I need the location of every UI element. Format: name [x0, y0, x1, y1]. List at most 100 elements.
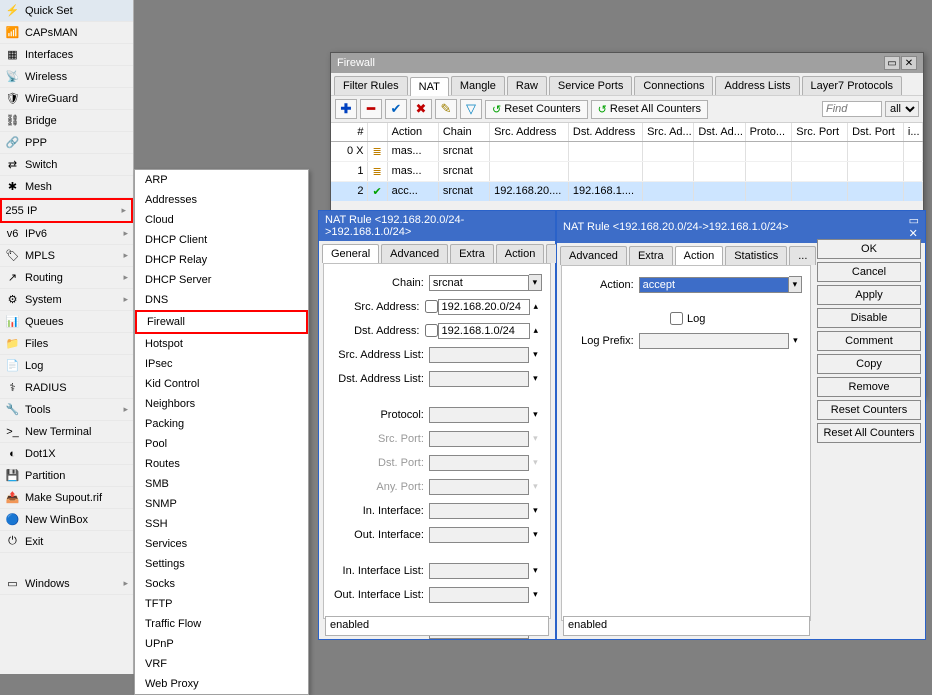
sidebar-item-windows[interactable]: ▭Windows▸ — [0, 573, 133, 595]
chain-dropdown[interactable]: ▾ — [529, 274, 542, 291]
submenu-item-socks[interactable]: Socks — [135, 574, 308, 594]
sidebar-item-new-terminal[interactable]: >_New Terminal — [0, 421, 133, 443]
sidebar-item-wireless[interactable]: 📡Wireless — [0, 66, 133, 88]
submenu-item-web-proxy[interactable]: Web Proxy — [135, 674, 308, 694]
comment-button[interactable]: Comment — [817, 331, 921, 351]
submenu-item-hotspot[interactable]: Hotspot — [135, 334, 308, 354]
tab-mangle[interactable]: Mangle — [451, 76, 505, 95]
enable-button[interactable]: ✔ — [385, 99, 407, 119]
submenu-item-smb[interactable]: SMB — [135, 474, 308, 494]
nat1-tab-extra[interactable]: Extra — [450, 244, 494, 263]
sidebar-item-mpls[interactable]: 🏷MPLS▸ — [0, 245, 133, 267]
nat1-tab-advanced[interactable]: Advanced — [381, 244, 448, 263]
sidebar-item-dot1x[interactable]: ◐Dot1X — [0, 443, 133, 465]
sidebar-item-files[interactable]: 📁Files — [0, 333, 133, 355]
find-scope-select[interactable]: all — [885, 101, 919, 117]
submenu-item-dns[interactable]: DNS — [135, 290, 308, 310]
dst-address-input[interactable] — [438, 323, 530, 339]
tab-nat[interactable]: NAT — [410, 77, 449, 96]
submenu-item-traffic-flow[interactable]: Traffic Flow — [135, 614, 308, 634]
src-addr-list-expand[interactable]: ▾ — [529, 346, 542, 363]
in-interface-list-input[interactable] — [429, 563, 529, 579]
action-dropdown[interactable]: ▾ — [789, 276, 802, 293]
sidebar-item-new-winbox[interactable]: 🔵New WinBox — [0, 509, 133, 531]
submenu-item-addresses[interactable]: Addresses — [135, 190, 308, 210]
in-interface-input[interactable] — [429, 503, 529, 519]
submenu-item-kid-control[interactable]: Kid Control — [135, 374, 308, 394]
sidebar-item-log[interactable]: 📄Log — [0, 355, 133, 377]
sidebar-item-bridge[interactable]: ⛓Bridge — [0, 110, 133, 132]
nat1-tab-action[interactable]: Action — [496, 244, 545, 263]
nat2-tab-statistics[interactable]: Statistics — [725, 246, 787, 265]
submenu-item-tftp[interactable]: TFTP — [135, 594, 308, 614]
sidebar-item-interfaces[interactable]: ▦Interfaces — [0, 44, 133, 66]
log-checkbox[interactable] — [670, 312, 683, 325]
sidebar-item-tools[interactable]: 🔧Tools▸ — [0, 399, 133, 421]
submenu-item-snmp[interactable]: SNMP — [135, 494, 308, 514]
submenu-item-routes[interactable]: Routes — [135, 454, 308, 474]
sidebar-item-make-supout-rif[interactable]: 📤Make Supout.rif — [0, 487, 133, 509]
action-input[interactable] — [639, 277, 789, 293]
cancel-button[interactable]: Cancel — [817, 262, 921, 282]
src-addr-list-input[interactable] — [429, 347, 529, 363]
sidebar-item-switch[interactable]: ⇄Switch — [0, 154, 133, 176]
in-interface-list-expand[interactable]: ▾ — [529, 562, 542, 579]
reset-all-counters-button[interactable]: ↺Reset All Counters — [591, 100, 708, 119]
nat2-tab-extra[interactable]: Extra — [629, 246, 673, 265]
sidebar-item-exit[interactable]: ⏻Exit — [0, 531, 133, 553]
dst-address-remove[interactable]: ▴ — [530, 322, 543, 339]
sidebar-item-radius[interactable]: ⚕RADIUS — [0, 377, 133, 399]
chain-input[interactable] — [429, 275, 529, 291]
src-address-input[interactable] — [438, 299, 530, 315]
sidebar-item-ip[interactable]: 255IP▸ — [0, 198, 133, 223]
copy-button[interactable]: Copy — [817, 354, 921, 374]
submenu-item-settings[interactable]: Settings — [135, 554, 308, 574]
submenu-item-vrf[interactable]: VRF — [135, 654, 308, 674]
submenu-item-neighbors[interactable]: Neighbors — [135, 394, 308, 414]
tab-address-lists[interactable]: Address Lists — [715, 76, 799, 95]
dst-address-neg[interactable] — [425, 324, 438, 337]
tab-service-ports[interactable]: Service Ports — [549, 76, 632, 95]
out-interface-input[interactable] — [429, 527, 529, 543]
sidebar-item-system[interactable]: ⚙System▸ — [0, 289, 133, 311]
submenu-item-dhcp-client[interactable]: DHCP Client — [135, 230, 308, 250]
remove-button[interactable]: ━ — [360, 99, 382, 119]
add-button[interactable]: ✚ — [335, 99, 357, 119]
dst-addr-list-expand[interactable]: ▾ — [529, 370, 542, 387]
tab-filter-rules[interactable]: Filter Rules — [334, 76, 408, 95]
log-prefix-input[interactable] — [639, 333, 789, 349]
comment-button[interactable]: ✎ — [435, 99, 457, 119]
submenu-item-ssh[interactable]: SSH — [135, 514, 308, 534]
nat-rule-row[interactable]: 1 ≣mas...srcnat — [331, 162, 923, 182]
remove-button[interactable]: Remove — [817, 377, 921, 397]
sidebar-item-partition[interactable]: 💾Partition — [0, 465, 133, 487]
submenu-item-packing[interactable]: Packing — [135, 414, 308, 434]
out-interface-expand[interactable]: ▾ — [529, 526, 542, 543]
reset-counters-button[interactable]: Reset Counters — [817, 400, 921, 420]
nat2-tab-advanced[interactable]: Advanced — [560, 246, 627, 265]
out-interface-list-input[interactable] — [429, 587, 529, 603]
close-button[interactable]: ✕ — [901, 56, 917, 70]
sidebar-item-ipv6[interactable]: v6IPv6▸ — [0, 223, 133, 245]
sidebar-item-wireguard[interactable]: 🛡WireGuard — [0, 88, 133, 110]
protocol-expand[interactable]: ▾ — [529, 406, 542, 423]
out-interface-list-expand[interactable]: ▾ — [529, 586, 542, 603]
submenu-item-ipsec[interactable]: IPsec — [135, 354, 308, 374]
disable-button[interactable]: Disable — [817, 308, 921, 328]
tab-layer7-protocols[interactable]: Layer7 Protocols — [802, 76, 903, 95]
nat-rule-row[interactable]: 0 X≣mas...srcnat — [331, 142, 923, 162]
find-input[interactable] — [822, 101, 882, 117]
reset-counters-button[interactable]: ↺Reset Counters — [485, 100, 588, 119]
minimize-button[interactable]: ▭ — [884, 56, 900, 70]
sidebar-item-routing[interactable]: ↗Routing▸ — [0, 267, 133, 289]
filter-icon[interactable]: ▽ — [460, 99, 482, 119]
sidebar-item-capsman[interactable]: 📶CAPsMAN — [0, 22, 133, 44]
sidebar-item-quick-set[interactable]: ⚡Quick Set — [0, 0, 133, 22]
submenu-item-firewall[interactable]: Firewall — [135, 310, 308, 334]
in-interface-expand[interactable]: ▾ — [529, 502, 542, 519]
submenu-item-upnp[interactable]: UPnP — [135, 634, 308, 654]
sidebar-item-mesh[interactable]: ✱Mesh — [0, 176, 133, 198]
reset-all-counters-button[interactable]: Reset All Counters — [817, 423, 921, 443]
apply-button[interactable]: Apply — [817, 285, 921, 305]
nat2-tab--[interactable]: ... — [789, 246, 816, 265]
